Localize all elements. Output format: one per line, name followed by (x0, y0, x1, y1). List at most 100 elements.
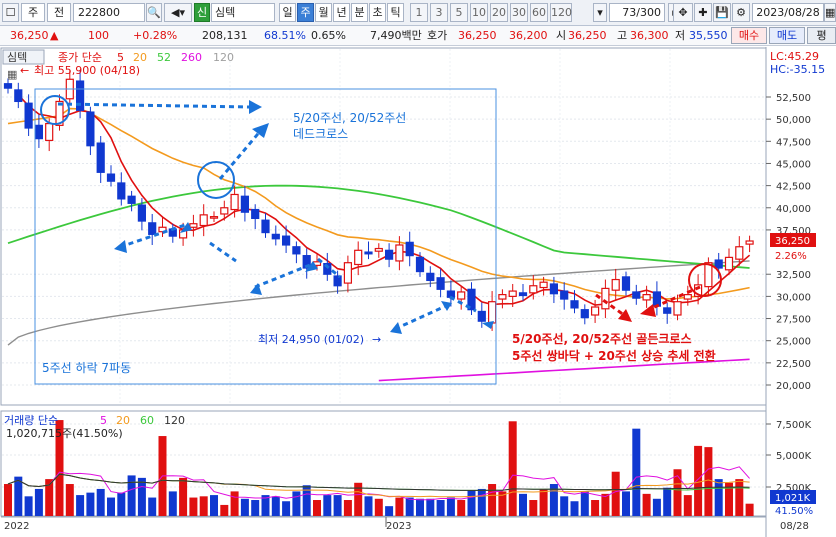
calendar-icon[interactable]: ▦ (824, 3, 836, 22)
candle (529, 285, 538, 294)
interval-10-button[interactable]: 10 (470, 3, 488, 22)
buy-button[interactable]: 매수 (731, 27, 767, 44)
candle (117, 182, 126, 200)
interval-120-button[interactable]: 120 (550, 3, 572, 22)
volume-bar (663, 487, 672, 516)
period-4-button[interactable]: 분 (351, 3, 368, 22)
candle (436, 277, 445, 290)
candle (261, 219, 270, 234)
volume-ma-legend-60: 60 (140, 414, 154, 427)
ask-label: 호가 (427, 29, 448, 42)
candle (704, 262, 713, 288)
y-tick-8: 30,000 (776, 292, 811, 303)
chart-menu-icon[interactable]: ☐ (2, 3, 19, 22)
candle (652, 291, 662, 307)
interval-3-button[interactable]: 3 (430, 3, 448, 22)
volume-value: 208,131 (202, 29, 248, 42)
volume-bar (4, 484, 12, 516)
candle (251, 208, 260, 220)
period-6-button[interactable]: 틱 (387, 3, 404, 22)
interval-60-button[interactable]: 60 (530, 3, 548, 22)
price-legend-label: 종가 단순 (58, 51, 102, 64)
ma-legend-20: 20 (133, 51, 147, 64)
period-5-button[interactable]: 초 (369, 3, 386, 22)
candle (282, 235, 291, 246)
candle (621, 276, 631, 291)
downtrend-annotation: 5주선 하락 7파동 (42, 361, 131, 375)
volume-bar (271, 496, 280, 516)
stock-code-input[interactable]: 222800 (73, 3, 145, 22)
candle (395, 244, 404, 262)
panel-menu-icon[interactable]: ▦ (7, 68, 17, 81)
volume-bar (199, 496, 208, 516)
sell-button[interactable]: 매도 (769, 27, 805, 44)
volume-bar (76, 495, 85, 516)
settings-icon[interactable]: ⚙ (732, 3, 750, 22)
candle (426, 272, 435, 282)
trend-reversal-annotation: 5주선 쌍바닥 + 20주선 상승 추세 전환 (512, 348, 716, 363)
volume-bar (477, 488, 486, 516)
y-tick-1: 50,000 (776, 115, 811, 126)
candle (271, 233, 280, 240)
interval-dropdown-icon[interactable]: ▾ (593, 3, 607, 22)
save-icon[interactable]: 💾 (713, 3, 731, 22)
volume-bar (364, 496, 373, 516)
candle (518, 292, 528, 297)
period-0-button[interactable]: 일 (279, 3, 296, 22)
interval-1-button[interactable]: 1 (410, 3, 428, 22)
interval-30-button[interactable]: 30 (510, 3, 528, 22)
candle (590, 306, 600, 316)
candle (14, 89, 23, 103)
volume-pct-tag: 41.50% (775, 506, 813, 517)
volume-ma-legend-5: 5 (100, 414, 107, 427)
stock-name-field[interactable]: 심텍 (211, 3, 275, 22)
sound-icon[interactable]: ◀▾ (164, 3, 192, 22)
y-tick-3: 45,000 (776, 159, 811, 170)
candle (333, 275, 342, 287)
candle (45, 122, 54, 142)
search-icon[interactable]: 🔍 (146, 3, 162, 22)
volume-bar (148, 497, 157, 516)
change-value: 100 (88, 29, 109, 42)
period-1-button[interactable]: 주 (297, 3, 314, 22)
quote-bar: 36,250 ▲ 100 +0.28% 208,131 68.51% 0.65%… (0, 26, 836, 46)
count-input[interactable]: 73/300 (609, 3, 665, 22)
volume-bar (323, 495, 332, 516)
ma-legend-120: 120 (213, 51, 234, 64)
interval-5-button[interactable]: 5 (450, 3, 468, 22)
evaluate-button[interactable]: 평 (807, 27, 836, 44)
candle (209, 216, 219, 219)
volume-bar (107, 497, 115, 516)
add-icon[interactable]: ✚ (694, 3, 712, 22)
candle (127, 195, 136, 204)
volume-bar (168, 491, 177, 516)
candle (580, 309, 589, 319)
volume-bar (405, 497, 414, 516)
view-type-select[interactable]: 전 (47, 3, 71, 22)
candle (364, 251, 373, 255)
date-input[interactable]: 2023/08/28 (752, 3, 824, 22)
period-2-button[interactable]: 월 (315, 3, 332, 22)
volume-bar (251, 500, 260, 516)
candle (745, 240, 754, 245)
candle (148, 222, 157, 235)
candle (539, 281, 548, 289)
candle (415, 256, 425, 273)
interval-20-button[interactable]: 20 (490, 3, 508, 22)
period-3-button[interactable]: 년 (333, 3, 350, 22)
volume-current-tag-text: 1,021K (775, 493, 811, 504)
x-last-date: 08/28 (780, 521, 809, 532)
volume-bar (694, 445, 703, 516)
toolbar: ☐ 주 전 222800 🔍 ◀▾ 신 심텍 일주월년분초틱 1 3 5 10 20 30… (0, 0, 836, 26)
y-tick-4: 42,500 (776, 182, 811, 193)
candle (457, 291, 466, 300)
low-marker-icon: → (372, 333, 381, 346)
market-type-select[interactable]: 주 (21, 3, 45, 22)
volume-bar (292, 491, 301, 516)
candle (508, 290, 517, 297)
y-tick-7: 32,500 (776, 270, 811, 281)
volume-bar (683, 495, 692, 516)
lc-label: LC:45.29 (770, 50, 819, 63)
crosshair-icon[interactable]: ✥ (673, 3, 693, 22)
stock-chart[interactable]: 5/20주선, 20/52주선 데드크로스 5주선 하락 7파동 5/20주선, … (0, 47, 836, 537)
